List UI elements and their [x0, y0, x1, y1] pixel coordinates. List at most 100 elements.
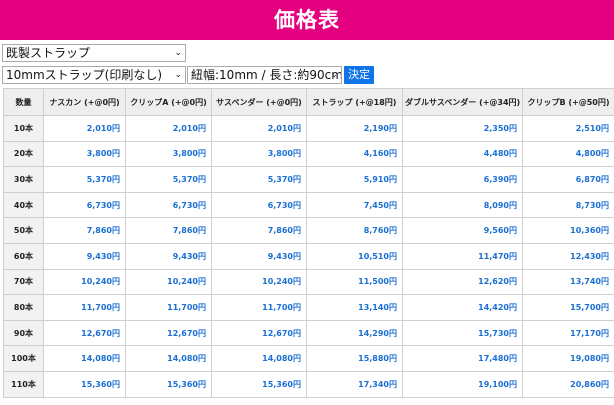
qty-cell: 20本: [3, 140, 44, 168]
table-row: 50本 7,860円 7,860円 7,860円 8,760円 9,560円 10,360円: [3, 217, 614, 244]
price-cell: 15,360円: [43, 370, 126, 398]
price-cell: 14,080円: [43, 345, 126, 372]
price-cell: 11,470円: [402, 242, 523, 270]
spec-select[interactable]: 紐幅:10mm / 長さ:約90cm ⌄: [187, 66, 342, 84]
price-cell: 6,730円: [43, 191, 126, 219]
product-select[interactable]: 10mmストラップ(印刷なし) ⌄: [2, 66, 186, 84]
table-row: 90本 12,670円 12,670円 12,670円 14,290円 15,730円 17…: [3, 319, 614, 347]
price-cell: 3,800円: [211, 140, 307, 168]
price-cell: 4,480円: [402, 140, 523, 168]
qty-cell: 60本: [3, 242, 44, 270]
column-header-clip-a: クリップA (+@0円): [125, 88, 212, 116]
price-cell: 9,430円: [43, 242, 126, 270]
price-cell: 10,240円: [125, 268, 212, 296]
price-cell: 14,290円: [306, 319, 403, 347]
price-cell: 9,430円: [125, 242, 212, 270]
table-row: 70本 10,240円 10,240円 10,240円 11,500円 12,620円 13…: [3, 268, 614, 296]
column-header-clip-b: クリップB (+@50円): [522, 88, 614, 116]
price-cell: 2,010円: [43, 115, 126, 142]
decide-button[interactable]: 決定: [344, 66, 374, 84]
qty-cell: 10本: [3, 115, 44, 142]
table-row: 20本 3,800円 3,800円 3,800円 4,160円 4,480円 4,800円: [3, 140, 614, 168]
price-cell: 17,170円: [522, 319, 614, 347]
price-cell: 17,480円: [402, 345, 523, 372]
price-cell: 8,090円: [402, 191, 523, 219]
qty-cell: 30本: [3, 166, 44, 193]
column-header-strap: ストラップ (+@18円): [306, 88, 403, 116]
column-header-suspender: サスペンダー (+@0円): [211, 88, 307, 116]
qty-cell: 70本: [3, 268, 44, 296]
price-cell: 13,740円: [522, 268, 614, 296]
price-cell: 10,240円: [211, 268, 307, 296]
price-cell: 12,670円: [125, 319, 212, 347]
price-cell: 11,700円: [211, 294, 307, 321]
qty-cell: 110本: [3, 370, 44, 398]
price-cell: 12,620円: [402, 268, 523, 296]
price-cell: 10,510円: [306, 242, 403, 270]
table-row: 10本 2,010円 2,010円 2,010円 2,190円 2,350円 2,510円: [3, 115, 614, 142]
qty-cell: 90本: [3, 319, 44, 347]
table-row: 110本 15,360円 15,360円 15,360円 17,340円 19,100円 2…: [3, 370, 614, 398]
price-cell: 5,370円: [43, 166, 126, 193]
chevron-down-icon: ⌄: [174, 48, 182, 58]
price-cell: 11,700円: [125, 294, 212, 321]
price-cell: 12,430円: [522, 242, 614, 270]
price-cell: 20,860円: [522, 370, 614, 398]
price-table: 数量 ナスカン (+@0円) クリップA (+@0円) サスペンダー (+@0円…: [3, 88, 614, 398]
price-cell: 11,700円: [43, 294, 126, 321]
price-cell: 12,670円: [43, 319, 126, 347]
price-cell: 6,730円: [211, 191, 307, 219]
category-select[interactable]: 既製ストラップ ⌄: [2, 44, 186, 62]
price-cell: 2,190円: [306, 115, 403, 142]
price-cell: 9,560円: [402, 217, 523, 244]
price-cell: 2,510円: [522, 115, 614, 142]
price-cell: 3,800円: [43, 140, 126, 168]
price-cell: 4,800円: [522, 140, 614, 168]
price-cell: 14,080円: [125, 345, 212, 372]
product-select-value: 10mmストラップ(印刷なし): [6, 68, 163, 82]
price-cell: 7,860円: [43, 217, 126, 244]
price-cell: 6,390円: [402, 166, 523, 193]
price-cell: 7,860円: [211, 217, 307, 244]
qty-cell: 100本: [3, 345, 44, 372]
price-cell: 12,670円: [211, 319, 307, 347]
table-row: 30本 5,370円 5,370円 5,370円 5,910円 6,390円 6,870円: [3, 166, 614, 193]
price-cell: 15,360円: [125, 370, 212, 398]
chevron-down-icon: ⌄: [174, 70, 182, 80]
price-cell: 2,350円: [402, 115, 523, 142]
price-cell: 3,800円: [125, 140, 212, 168]
table-row: 60本 9,430円 9,430円 9,430円 10,510円 11,470円 12,43…: [3, 242, 614, 270]
qty-cell: 80本: [3, 294, 44, 321]
price-cell: 15,880円: [306, 345, 403, 372]
price-cell: 2,010円: [125, 115, 212, 142]
price-cell: 19,100円: [402, 370, 523, 398]
price-cell: 7,450円: [306, 191, 403, 219]
price-cell: 5,370円: [211, 166, 307, 193]
qty-cell: 50本: [3, 217, 44, 244]
qty-cell: 40本: [3, 191, 44, 219]
price-cell: 8,760円: [306, 217, 403, 244]
price-cell: 5,910円: [306, 166, 403, 193]
price-cell: 19,080円: [522, 345, 614, 372]
price-cell: 15,700円: [522, 294, 614, 321]
table-header-row: 数量 ナスカン (+@0円) クリップA (+@0円) サスペンダー (+@0円…: [3, 88, 614, 116]
price-cell: 17,340円: [306, 370, 403, 398]
price-cell: 10,360円: [522, 217, 614, 244]
category-select-value: 既製ストラップ: [6, 46, 91, 60]
price-cell: 15,730円: [402, 319, 523, 347]
column-header-qty: 数量: [3, 88, 44, 116]
price-cell: 6,870円: [522, 166, 614, 193]
price-cell: 10,240円: [43, 268, 126, 296]
table-row: 80本 11,700円 11,700円 11,700円 13,140円 14,420円 15…: [3, 294, 614, 321]
price-cell: 8,730円: [522, 191, 614, 219]
column-header-nasukan: ナスカン (+@0円): [43, 88, 126, 116]
price-cell: 7,860円: [125, 217, 212, 244]
price-cell: 14,420円: [402, 294, 523, 321]
table-row: 40本 6,730円 6,730円 6,730円 7,450円 8,090円 8,730円: [3, 191, 614, 219]
price-cell: 14,080円: [211, 345, 307, 372]
price-cell: 11,500円: [306, 268, 403, 296]
price-cell: 2,010円: [211, 115, 307, 142]
column-header-double-suspender: ダブルサスペンダー (+@34円): [402, 88, 523, 116]
price-cell: 15,360円: [211, 370, 307, 398]
price-cell: 5,370円: [125, 166, 212, 193]
